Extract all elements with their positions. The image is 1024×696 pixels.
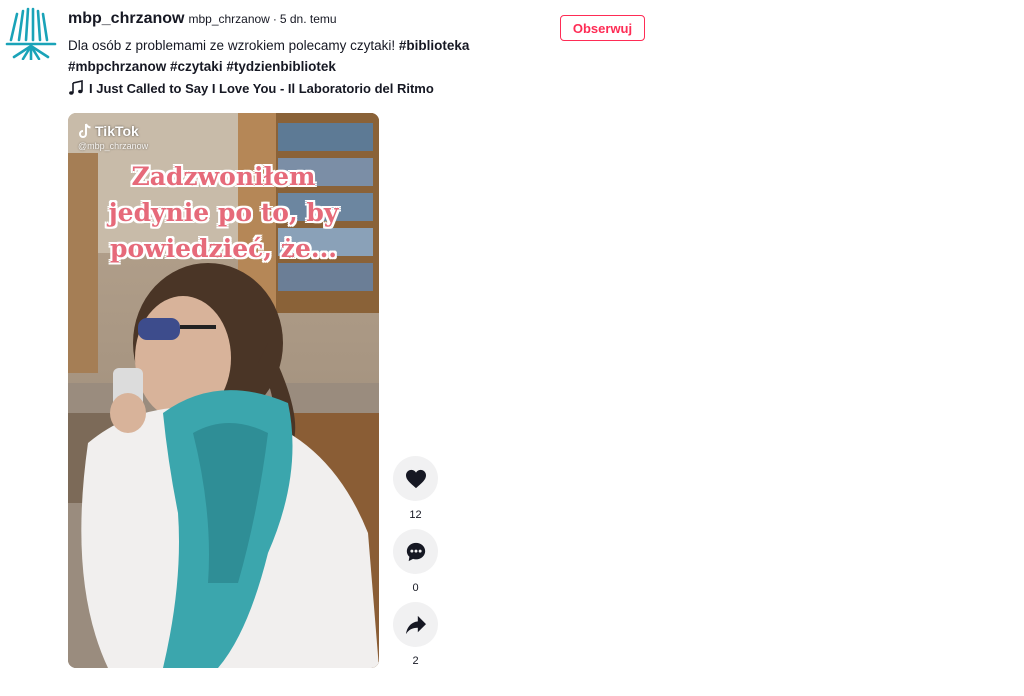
music-title: I Just Called to Say I Love You - Il Lab… [89,80,434,96]
comment-icon [406,542,425,561]
post-time: 5 dn. temu [279,12,337,26]
comment-action: 0 [393,529,438,594]
caption-text: Dla osób z problemami ze wzrokiem poleca… [68,38,399,53]
tiktok-logo-icon [79,123,91,138]
music-note-icon [69,80,83,95]
hashtag-link[interactable]: #czytaki [170,59,223,74]
author-username[interactable]: mbp_chrzanow [68,10,184,28]
hashtag-link[interactable]: #tydzienbibliotek [226,59,336,74]
like-action: 12 [393,456,438,521]
share-button[interactable] [393,602,438,647]
author-meta: mbp_chrzanow mbp_chrzanow · 5 dn. temu [68,10,337,28]
follow-button[interactable]: Obserwuj [560,15,645,41]
video-overlay-text: Zadzwoniłem jedynie po to, by powiedzieć… [108,162,339,263]
author-nickname[interactable]: mbp_chrzanow [188,12,269,26]
share-action: 2 [393,602,438,667]
hashtag-link[interactable]: #biblioteka [399,38,470,53]
share-count: 2 [412,655,419,667]
comment-button[interactable] [393,529,438,574]
watermark-handle: @mbp_chrzanow [78,141,149,151]
comment-count: 0 [412,582,419,594]
tiktok-watermark: TikTok @mbp_chrzanow [78,123,148,151]
music-link[interactable]: I Just Called to Say I Love You - Il Lab… [68,80,434,96]
like-count: 12 [409,509,422,521]
watermark-brand: TikTok [95,123,139,139]
heart-icon [405,469,426,488]
avatar[interactable] [4,6,58,60]
share-icon [405,615,426,634]
like-button[interactable] [393,456,438,501]
hashtag-link[interactable]: #mbpchrzanow [68,59,166,74]
video-player[interactable]: TikTok @mbp_chrzanow Zadzwoniłem jedynie… [68,113,379,668]
post-caption: Dla osób z problemami ze wzrokiem poleca… [68,35,528,77]
meta-separator: · [272,12,277,26]
